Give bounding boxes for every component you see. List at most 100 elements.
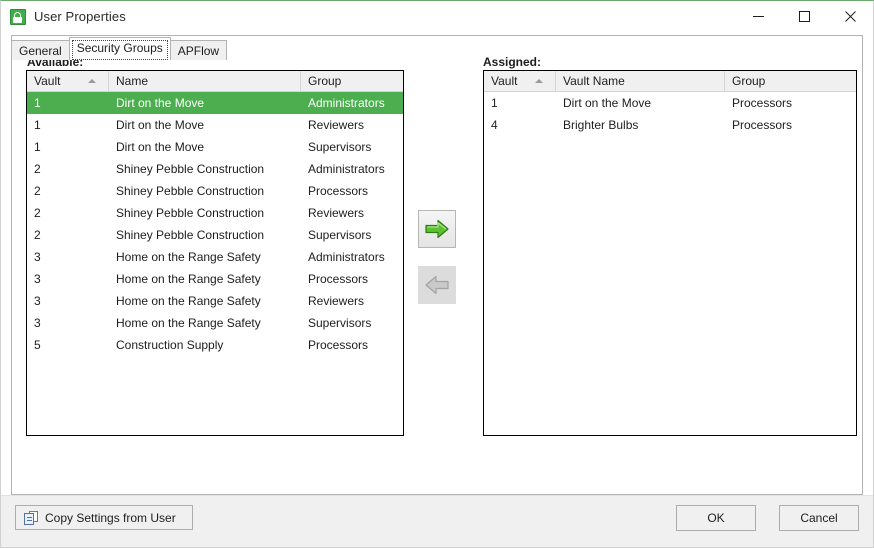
cell-vault: 2 [34, 184, 41, 198]
available-list-header: Vault Name Group [27, 71, 403, 92]
cell-group: Processors [308, 338, 369, 352]
ok-button[interactable]: OK [676, 505, 756, 531]
close-icon [844, 11, 856, 22]
available-column-name[interactable]: Name [109, 71, 301, 91]
tab-general-label: General [19, 44, 62, 58]
table-row[interactable]: 1 Dirt on the Move Supervisors [27, 136, 403, 158]
table-row[interactable]: 2 Shiney Pebble Construction Processors [27, 180, 403, 202]
table-row[interactable]: 3 Home on the Range Safety Administrators [27, 246, 403, 268]
cell-vault: 3 [34, 272, 41, 286]
cell-vault: 3 [34, 250, 41, 264]
available-column-group[interactable]: Group [301, 71, 403, 91]
cell-vault: 3 [34, 294, 41, 308]
tab-security-groups-label: Security Groups [76, 41, 163, 55]
table-row[interactable]: 2 Shiney Pebble Construction Administrator… [27, 158, 403, 180]
assign-button[interactable] [418, 210, 456, 248]
cell-group: Supervisors [308, 316, 372, 330]
tab-general[interactable]: General [11, 40, 70, 60]
cell-name: Shiney Pebble Construction [116, 162, 265, 176]
table-row[interactable]: 1 Dirt on the Move Administrators [27, 92, 403, 114]
title-bar: User Properties [1, 1, 873, 32]
table-row[interactable]: 1 Dirt on the Move Reviewers [27, 114, 403, 136]
table-row[interactable]: 3 Home on the Range Safety Reviewers [27, 290, 403, 312]
cell-group: Administrators [308, 162, 385, 176]
cell-vault: 1 [34, 140, 41, 154]
user-properties-window: User Properties General Security Groups … [0, 0, 874, 548]
table-row[interactable]: 3 Home on the Range Safety Processors [27, 268, 403, 290]
cell-name: Construction Supply [116, 338, 224, 352]
cell-name: Brighter Bulbs [563, 118, 639, 132]
cell-group: Administrators [308, 96, 385, 110]
assigned-column-group[interactable]: Group [725, 71, 856, 91]
cell-vault: 2 [34, 162, 41, 176]
available-column-vault-label: Vault [34, 74, 61, 88]
copy-settings-label: Copy Settings from User [45, 510, 176, 525]
cell-vault: 4 [491, 118, 498, 132]
cell-name: Home on the Range Safety [116, 294, 261, 308]
cell-name: Dirt on the Move [116, 96, 205, 110]
arrow-right-icon [425, 219, 449, 239]
cell-name: Shiney Pebble Construction [116, 228, 265, 242]
assigned-list-header: Vault Vault Name Group [484, 71, 856, 92]
assigned-column-group-label: Group [732, 74, 766, 88]
cell-name: Dirt on the Move [116, 118, 205, 132]
table-row[interactable]: 5 Construction Supply Processors [27, 334, 403, 356]
cell-vault: 1 [34, 96, 41, 110]
cell-vault: 1 [491, 96, 498, 110]
available-list[interactable]: Vault Name Group 1 Dirt on the Move Admini… [26, 70, 404, 436]
cell-vault: 3 [34, 316, 41, 330]
available-column-group-label: Group [308, 74, 342, 88]
maximize-button[interactable] [781, 1, 827, 32]
assigned-column-vault-name-label: Vault Name [563, 74, 625, 88]
assigned-column-vault[interactable]: Vault [484, 71, 556, 91]
copy-settings-from-user-button[interactable]: Copy Settings from User [15, 505, 193, 530]
sort-ascending-icon [88, 79, 96, 83]
minimize-button[interactable] [735, 1, 781, 32]
assigned-column-vault-name[interactable]: Vault Name [556, 71, 725, 91]
available-column-vault[interactable]: Vault [27, 71, 109, 91]
cell-group: Reviewers [308, 206, 365, 220]
table-row[interactable]: 4 Brighter Bulbs Processors [484, 114, 856, 136]
available-list-body: 1 Dirt on the Move Administrators 1 Dirt on … [27, 92, 403, 356]
available-column-name-label: Name [116, 74, 149, 88]
minimize-icon [752, 16, 764, 17]
window-controls [735, 1, 873, 32]
footer-bar: Copy Settings from User OK Cancel [1, 495, 873, 547]
cell-group: Processors [732, 118, 793, 132]
cell-name: Shiney Pebble Construction [116, 206, 265, 220]
cell-name: Dirt on the Move [116, 140, 205, 154]
cell-name: Home on the Range Safety [116, 272, 261, 286]
ok-label: OK [707, 511, 725, 525]
table-row[interactable]: 2 Shiney Pebble Construction Reviewers [27, 202, 403, 224]
cell-group: Reviewers [308, 294, 365, 308]
cell-vault: 2 [34, 228, 41, 242]
close-button[interactable] [827, 1, 873, 32]
maximize-icon [798, 11, 810, 22]
tab-apflow-label: APFlow [177, 44, 220, 58]
assigned-list-body: 1 Dirt on the Move Processors 4 Brighter Bul… [484, 92, 856, 136]
tab-apflow[interactable]: APFlow [169, 40, 228, 60]
cancel-button[interactable]: Cancel [779, 505, 859, 531]
cancel-label: Cancel [800, 511, 838, 525]
cell-vault: 5 [34, 338, 41, 352]
cell-group: Processors [308, 272, 369, 286]
table-row[interactable]: 3 Home on the Range Safety Supervisors [27, 312, 403, 334]
tab-strip: General Security Groups APFlow [11, 37, 873, 60]
arrow-left-icon [425, 275, 449, 295]
window-title: User Properties [34, 9, 126, 24]
cell-group: Supervisors [308, 140, 372, 154]
table-row[interactable]: 2 Shiney Pebble Construction Supervisors [27, 224, 403, 246]
cell-vault: 2 [34, 206, 41, 220]
assigned-list[interactable]: Vault Vault Name Group 1 Dirt on the Move… [483, 70, 857, 436]
cell-vault: 1 [34, 118, 41, 132]
tab-security-groups[interactable]: Security Groups [68, 37, 171, 60]
security-groups-panel: Available: Vault Name Group 1 Dirt on the… [11, 35, 863, 495]
cell-group: Reviewers [308, 118, 365, 132]
cell-group: Administrators [308, 250, 385, 264]
assigned-column-vault-label: Vault [491, 74, 518, 88]
table-row[interactable]: 1 Dirt on the Move Processors [484, 92, 856, 114]
cell-group: Processors [732, 96, 793, 110]
sort-ascending-icon [535, 79, 543, 83]
user-security-icon [10, 8, 26, 25]
copy-documents-icon [24, 510, 38, 525]
